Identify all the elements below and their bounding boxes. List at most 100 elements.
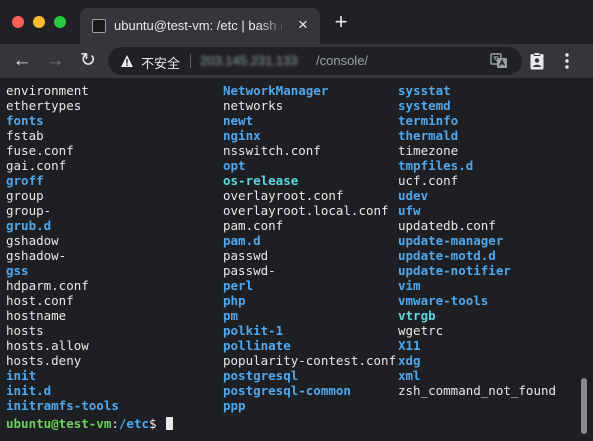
prompt-separator: : [111, 416, 119, 431]
file-entry: updatedb.conf [398, 218, 496, 233]
minimize-window-button[interactable] [33, 16, 45, 28]
close-window-button[interactable] [12, 16, 24, 28]
file-entry: overlayroot.conf [223, 188, 344, 203]
file-entry: environment [6, 83, 89, 98]
prompt-path: /etc [118, 416, 149, 431]
prompt-symbol: $ [149, 416, 165, 431]
prompt-user-host: ubuntu@test-vm [6, 416, 112, 431]
file-entry: xdg [398, 353, 421, 368]
file-entry: ppp [223, 398, 246, 413]
reload-icon[interactable]: ↻ [76, 49, 100, 73]
file-entry: ethertypes [6, 98, 82, 113]
file-entry: gss [6, 263, 29, 278]
file-entry: thermald [398, 128, 459, 143]
file-entry: NetworkManager [223, 83, 329, 98]
terminal-favicon-icon [92, 19, 106, 33]
file-entry: vmware-tools [398, 293, 489, 308]
file-entry: grub.d [6, 218, 52, 233]
file-entry: overlayroot.local.conf [223, 203, 389, 218]
terminal-output[interactable]: environment ethertypes fonts fstab fuse.conf… [0, 78, 593, 441]
file-entry: pollinate [223, 338, 291, 353]
browser-toolbar: ← → ↻ 不安全 203.145.231.133 /console/ [0, 44, 593, 78]
file-entry: gai.conf [6, 158, 67, 173]
forward-arrow-icon[interactable]: → [43, 49, 67, 73]
file-entry: newt [223, 113, 254, 128]
file-entry: update-manager [398, 233, 504, 248]
file-entry: wgetrc [398, 323, 444, 338]
file-entry: initramfs-tools [6, 398, 119, 413]
file-entry: passwd [223, 248, 269, 263]
back-arrow-icon[interactable]: ← [10, 49, 34, 73]
file-entry: update-motd.d [398, 248, 496, 263]
file-entry: tmpfiles.d [398, 158, 474, 173]
file-entry: systemd [398, 98, 451, 113]
file-entry: postgresql [223, 368, 299, 383]
file-entry: fuse.conf [6, 143, 74, 158]
file-entry: opt [223, 158, 246, 173]
translate-icon[interactable] [490, 52, 508, 70]
file-entry: ufw [398, 203, 421, 218]
url-path: /console/ [316, 53, 369, 68]
file-entry: sysstat [398, 83, 451, 98]
address-bar[interactable]: 不安全 203.145.231.133 /console/ [108, 47, 522, 75]
warning-triangle-icon[interactable] [120, 54, 134, 68]
new-tab-button[interactable]: + [330, 11, 352, 34]
tab-terminal[interactable]: ubuntu@test-vm: /etc | bash (t × [80, 8, 320, 44]
file-entry: nsswitch.conf [223, 143, 321, 158]
file-entry: pm [223, 308, 239, 323]
file-entry: hostname [6, 308, 67, 323]
file-entry: terminfo [398, 113, 459, 128]
omnibox-divider [190, 54, 191, 68]
file-column-3: sysstat systemd terminfo thermald timezone tm… [398, 83, 556, 398]
file-entry: popularity-contest.conf [223, 353, 397, 368]
file-entry: timezone [398, 143, 459, 158]
file-entry: postgresql-common [223, 383, 351, 398]
file-entry: vtrgb [398, 308, 436, 323]
file-entry: groff [6, 173, 44, 188]
file-entry: hosts.allow [6, 338, 89, 353]
file-entry: gshadow [6, 233, 59, 248]
tab-close-icon[interactable]: × [294, 16, 312, 34]
file-entry: passwd- [223, 263, 276, 278]
file-entry: group [6, 188, 44, 203]
tab-bar: ubuntu@test-vm: /etc | bash (t × + [0, 0, 593, 44]
file-entry: pam.d [223, 233, 261, 248]
file-entry: vim [398, 278, 421, 293]
tab-title: ubuntu@test-vm: /etc | bash (t [114, 18, 282, 33]
file-entry: perl [223, 278, 254, 293]
file-entry: hosts.deny [6, 353, 82, 368]
file-entry: init [6, 368, 37, 383]
file-entry: hdparm.conf [6, 278, 89, 293]
file-entry: host.conf [6, 293, 74, 308]
file-entry: init.d [6, 383, 52, 398]
more-menu-icon[interactable] [564, 52, 570, 70]
file-entry: group- [6, 203, 52, 218]
file-entry: gshadow- [6, 248, 67, 263]
file-entry: php [223, 293, 246, 308]
file-entry: nginx [223, 128, 261, 143]
file-entry: xml [398, 368, 421, 383]
file-entry: networks [223, 98, 284, 113]
browser-window: ubuntu@test-vm: /etc | bash (t × + ← → ↻… [0, 0, 593, 441]
clipboard-profile-icon[interactable] [530, 52, 544, 70]
terminal-cursor [166, 417, 174, 430]
file-entry: update-notifier [398, 263, 511, 278]
file-column-1: environment ethertypes fonts fstab fuse.conf… [6, 83, 119, 413]
file-entry: fonts [6, 113, 44, 128]
security-label[interactable]: 不安全 [141, 53, 180, 72]
file-entry: ucf.conf [398, 173, 459, 188]
file-entry: X11 [398, 338, 421, 353]
maximize-window-button[interactable] [54, 16, 66, 28]
file-column-2: NetworkManager networks newt nginx nsswitch.… [223, 83, 396, 413]
file-entry: pam.conf [223, 218, 284, 233]
file-entry: zsh_command_not_found [398, 383, 557, 398]
url-host: 203.145.231.133 [200, 53, 298, 68]
file-entry: os-release [223, 173, 299, 188]
scrollbar-thumb[interactable] [581, 378, 587, 434]
terminal-scrollbar[interactable] [578, 80, 590, 438]
file-entry: udev [398, 188, 429, 203]
file-entry: fstab [6, 128, 44, 143]
file-entry: polkit-1 [223, 323, 284, 338]
shell-prompt[interactable]: ubuntu@test-vm:/etc$ [6, 416, 174, 431]
file-entry: hosts [6, 323, 44, 338]
